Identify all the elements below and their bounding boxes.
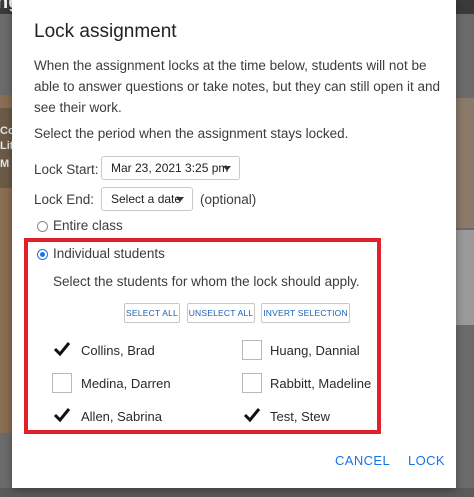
dialog-description: When the assignment locks at the time be… xyxy=(34,58,441,115)
unselect-all-button[interactable]: UNSELECT ALL xyxy=(187,303,255,323)
individual-students-label[interactable]: Individual students xyxy=(53,246,165,261)
checkmark-icon xyxy=(53,342,71,357)
entire-class-radio[interactable] xyxy=(37,221,48,232)
lock-end-select[interactable]: Select a date xyxy=(101,187,193,211)
lock-start-value: Mar 23, 2021 3:25 pm xyxy=(111,161,229,175)
chevron-down-icon xyxy=(176,197,184,202)
entire-class-label[interactable]: Entire class xyxy=(53,218,123,233)
student-checkbox-medina[interactable] xyxy=(52,373,72,393)
background-card-right-2 xyxy=(456,230,474,325)
student-name[interactable]: Huang, Dannial xyxy=(270,343,360,358)
invert-selection-button[interactable]: INVERT SELECTION xyxy=(261,303,350,323)
student-checkbox-allen[interactable] xyxy=(52,406,72,426)
chevron-down-icon xyxy=(223,166,231,171)
lock-end-label: Lock End: xyxy=(34,192,95,207)
period-prompt: Select the period when the assignment st… xyxy=(34,126,349,141)
checkmark-icon xyxy=(243,408,261,423)
select-all-button[interactable]: SELECT ALL xyxy=(124,303,180,323)
student-checkbox-rabbitt[interactable] xyxy=(242,373,262,393)
lock-start-label: Lock Start: xyxy=(34,162,99,177)
dialog-title: Lock assignment xyxy=(34,21,177,42)
student-name[interactable]: Allen, Sabrina xyxy=(81,409,162,424)
lock-start-select[interactable]: Mar 23, 2021 3:25 pm xyxy=(101,156,240,180)
cancel-button[interactable]: CANCEL xyxy=(335,453,390,468)
lock-end-value: Select a date xyxy=(111,192,182,206)
lock-end-optional-note: (optional) xyxy=(200,192,257,207)
highlight-box xyxy=(24,238,381,434)
background-card-text: M xyxy=(0,158,10,170)
student-name[interactable]: Medina, Darren xyxy=(81,376,171,391)
lock-button[interactable]: LOCK xyxy=(408,453,445,468)
student-name[interactable]: Test, Stew xyxy=(270,409,330,424)
individual-students-radio[interactable] xyxy=(37,249,48,260)
student-checkbox-huang[interactable] xyxy=(242,340,262,360)
lock-assignment-dialog: Lock assignment When the assignment lock… xyxy=(12,0,456,488)
students-prompt: Select the students for whom the lock sh… xyxy=(53,274,360,289)
student-checkbox-test[interactable] xyxy=(242,406,262,426)
background-card-right xyxy=(456,98,474,228)
background-footer xyxy=(0,488,474,497)
student-name[interactable]: Rabbitt, Madeline xyxy=(270,376,371,391)
checkmark-icon xyxy=(53,408,71,423)
student-name[interactable]: Collins, Brad xyxy=(81,343,155,358)
student-checkbox-collins[interactable] xyxy=(52,340,72,360)
